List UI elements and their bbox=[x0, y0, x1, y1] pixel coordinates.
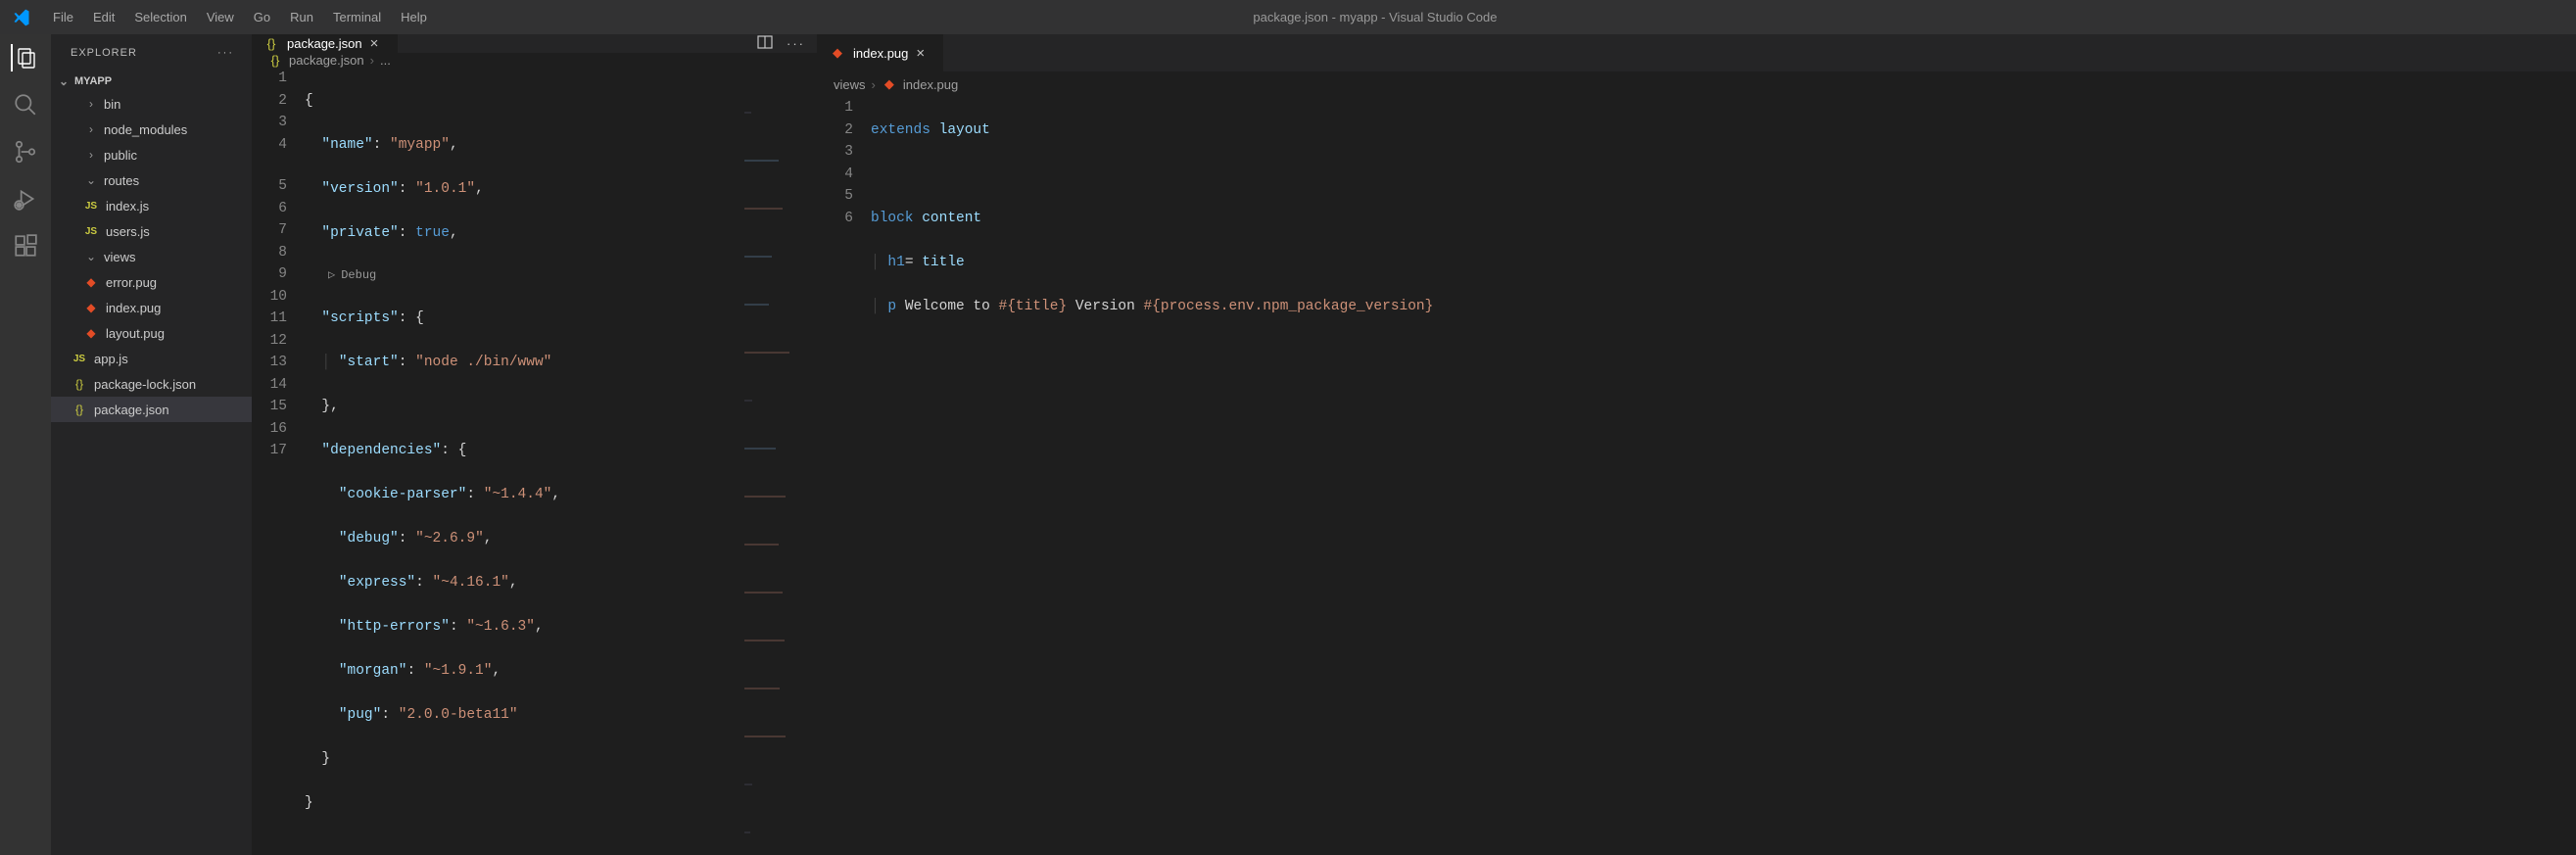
explorer-icon[interactable] bbox=[11, 44, 38, 71]
folder-routes[interactable]: ⌄ routes bbox=[51, 167, 252, 193]
play-icon: ▷ bbox=[328, 264, 335, 287]
close-icon[interactable]: × bbox=[916, 45, 931, 62]
file-label: layout.pug bbox=[106, 326, 165, 341]
file-package-lock[interactable]: {} package-lock.json bbox=[51, 371, 252, 397]
menu-file[interactable]: File bbox=[43, 4, 83, 30]
folder-node-modules[interactable]: › node_modules bbox=[51, 117, 252, 142]
file-app-js[interactable]: JS app.js bbox=[51, 346, 252, 371]
chevron-right-icon: › bbox=[84, 122, 98, 136]
json-file-icon: {} bbox=[263, 36, 279, 51]
file-error-pug[interactable]: ◆ error.pug bbox=[51, 269, 252, 295]
folder-views[interactable]: ⌄ views bbox=[51, 244, 252, 269]
menu-go[interactable]: Go bbox=[244, 4, 280, 30]
vscode-logo-icon bbox=[12, 8, 31, 27]
pug-file-icon: ◆ bbox=[82, 275, 100, 289]
search-icon[interactable] bbox=[12, 91, 39, 119]
project-name: MYAPP bbox=[74, 75, 112, 87]
json-file-icon: {} bbox=[267, 53, 283, 68]
debug-codelens[interactable]: ▷Debug bbox=[305, 266, 817, 286]
tab-index-pug[interactable]: ◆ index.pug × bbox=[818, 34, 944, 71]
line-numbers: 1 2 3 4 5 6 bbox=[818, 97, 871, 855]
file-label: package-lock.json bbox=[94, 377, 196, 392]
json-file-icon: {} bbox=[71, 403, 88, 416]
file-users-js[interactable]: JS users.js bbox=[51, 218, 252, 244]
chevron-down-icon: ⌄ bbox=[57, 74, 71, 88]
tab-label: package.json bbox=[287, 36, 362, 51]
tabs-bar-right: ◆ index.pug × bbox=[818, 34, 2576, 71]
breadcrumbs-left[interactable]: {} package.json › ... bbox=[252, 53, 817, 68]
folder-bin[interactable]: › bin bbox=[51, 91, 252, 117]
menu-selection[interactable]: Selection bbox=[124, 4, 196, 30]
code-content[interactable]: extends layout block content │ h1= title… bbox=[871, 97, 2576, 855]
pug-file-icon: ◆ bbox=[882, 76, 897, 92]
menu-bar: File Edit Selection View Go Run Terminal… bbox=[43, 4, 437, 30]
editor-body-right[interactable]: 1 2 3 4 5 6 extends layout block content… bbox=[818, 97, 2576, 855]
js-file-icon: JS bbox=[82, 226, 100, 237]
close-icon[interactable]: × bbox=[370, 35, 386, 52]
file-package-json[interactable]: {} package.json bbox=[51, 397, 252, 422]
chevron-right-icon: › bbox=[370, 53, 374, 68]
js-file-icon: JS bbox=[71, 354, 88, 364]
minimap[interactable] bbox=[744, 68, 813, 175]
file-tree: › bin › node_modules › public ⌄ routes JS ind… bbox=[51, 91, 252, 422]
js-file-icon: JS bbox=[82, 201, 100, 212]
pug-file-icon: ◆ bbox=[82, 301, 100, 314]
menu-edit[interactable]: Edit bbox=[83, 4, 124, 30]
activity-bar bbox=[0, 34, 51, 855]
editor-group-left: {} package.json × ··· {} package.json › … bbox=[252, 34, 818, 855]
source-control-icon[interactable] bbox=[12, 138, 39, 166]
explorer-sidebar: EXPLORER ··· ⌄ MYAPP › bin › node_modules … bbox=[51, 34, 252, 855]
editor-group-right: ◆ index.pug × views › ◆ index.pug 1 2 3 … bbox=[818, 34, 2576, 855]
breadcrumb-item[interactable]: index.pug bbox=[903, 77, 958, 92]
file-label: package.json bbox=[94, 403, 169, 417]
chevron-right-icon: › bbox=[84, 148, 98, 162]
line-numbers: 1 2 3 4 5 6 7 8 9 10 11 12 13 14 15 16 1… bbox=[252, 68, 305, 855]
folder-label: routes bbox=[104, 173, 139, 188]
folder-label: bin bbox=[104, 97, 120, 112]
chevron-right-icon: › bbox=[84, 97, 98, 111]
split-editor-icon[interactable] bbox=[757, 34, 773, 53]
tabs-bar-left: {} package.json × ··· bbox=[252, 34, 817, 53]
tab-package-json[interactable]: {} package.json × bbox=[252, 34, 399, 53]
breadcrumbs-right[interactable]: views › ◆ index.pug bbox=[818, 71, 2576, 97]
tab-label: index.pug bbox=[853, 46, 908, 61]
file-label: error.pug bbox=[106, 275, 157, 290]
project-root[interactable]: ⌄ MYAPP bbox=[51, 71, 252, 91]
folder-label: public bbox=[104, 148, 137, 163]
editor-more-icon[interactable]: ··· bbox=[787, 36, 805, 51]
breadcrumb-item[interactable]: ... bbox=[380, 53, 391, 68]
chevron-down-icon: ⌄ bbox=[84, 250, 98, 263]
menu-terminal[interactable]: Terminal bbox=[323, 4, 391, 30]
explorer-more-icon[interactable]: ··· bbox=[217, 47, 234, 59]
menu-run[interactable]: Run bbox=[280, 4, 323, 30]
chevron-down-icon: ⌄ bbox=[84, 173, 98, 187]
code-content[interactable]: { "name": "myapp", "version": "1.0.1", "… bbox=[305, 68, 817, 855]
file-layout-pug[interactable]: ◆ layout.pug bbox=[51, 320, 252, 346]
file-label: users.js bbox=[106, 224, 150, 239]
pug-file-icon: ◆ bbox=[82, 326, 100, 340]
file-index-pug[interactable]: ◆ index.pug bbox=[51, 295, 252, 320]
editor-body-left[interactable]: 1 2 3 4 5 6 7 8 9 10 11 12 13 14 15 16 1… bbox=[252, 68, 817, 855]
file-label: app.js bbox=[94, 352, 128, 366]
title-bar: File Edit Selection View Go Run Terminal… bbox=[0, 0, 2576, 34]
file-label: index.pug bbox=[106, 301, 161, 315]
chevron-right-icon: › bbox=[872, 77, 876, 92]
pug-file-icon: ◆ bbox=[830, 45, 845, 61]
debug-icon[interactable] bbox=[12, 185, 39, 213]
breadcrumb-item[interactable]: package.json bbox=[289, 53, 364, 68]
json-file-icon: {} bbox=[71, 377, 88, 391]
file-label: index.js bbox=[106, 199, 149, 214]
explorer-title: EXPLORER bbox=[71, 47, 137, 59]
menu-help[interactable]: Help bbox=[391, 4, 437, 30]
extensions-icon[interactable] bbox=[12, 232, 39, 260]
folder-label: node_modules bbox=[104, 122, 187, 137]
file-index-js[interactable]: JS index.js bbox=[51, 193, 252, 218]
menu-view[interactable]: View bbox=[197, 4, 244, 30]
breadcrumb-item[interactable]: views bbox=[834, 77, 866, 92]
folder-public[interactable]: › public bbox=[51, 142, 252, 167]
folder-label: views bbox=[104, 250, 136, 264]
window-title: package.json - myapp - Visual Studio Cod… bbox=[437, 10, 2314, 24]
